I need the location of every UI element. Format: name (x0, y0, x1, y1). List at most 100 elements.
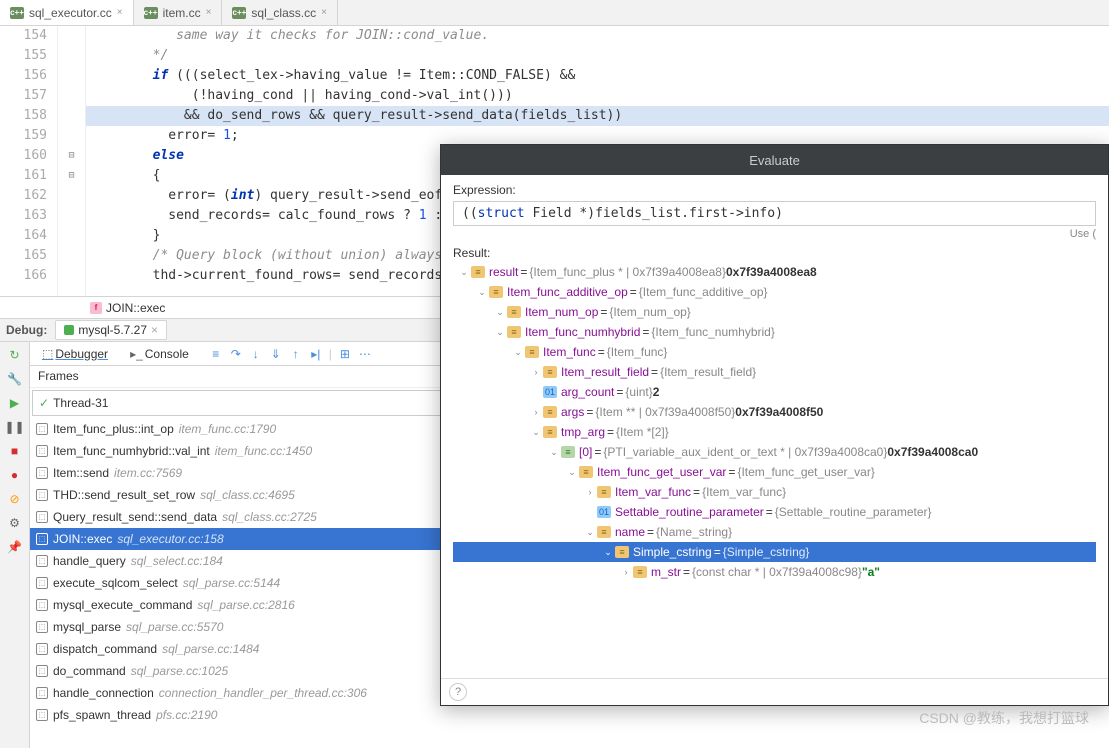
node-value: {PTI_variable_aux_ident_or_text * | 0x7f… (603, 442, 887, 462)
tree-node[interactable]: ⌄≡result = {Item_func_plus * | 0x7f39a40… (453, 262, 1096, 282)
expand-icon[interactable]: › (529, 402, 543, 422)
result-tree[interactable]: ⌄≡result = {Item_func_plus * | 0x7f39a40… (453, 262, 1096, 670)
frame-func: THD::send_result_set_row (53, 488, 195, 502)
stack-frame[interactable]: ⬚pfs_spawn_thread pfs.cc:2190 (30, 704, 1109, 726)
pin-icon[interactable]: 📌 (6, 538, 24, 556)
expand-icon[interactable]: ⌄ (529, 422, 543, 442)
evaluate-icon[interactable]: ⊞ (338, 347, 352, 361)
tree-node[interactable]: ⌄≡[0] = {PTI_variable_aux_ident_or_text … (453, 442, 1096, 462)
tree-node[interactable]: ⌄≡Item_func_additive_op = {Item_func_add… (453, 282, 1096, 302)
debug-side-toolbar: ↻ 🔧 ▶ ❚❚ ■ ● ⊘ ⚙ 📌 (0, 342, 30, 748)
node-value: {Item ** | 0x7f39a4008f50} (595, 402, 735, 422)
console-tab[interactable]: ▸_Console (124, 345, 195, 363)
frame-icon: ⬚ (36, 599, 48, 611)
line-gutter: 154155156157158159160161162163164165166 (0, 26, 58, 296)
tree-node[interactable]: 01arg_count = {uint} 2 (453, 382, 1096, 402)
frame-icon: ⬚ (36, 555, 48, 567)
frame-location: sql_parse.cc:5570 (126, 620, 223, 634)
debugger-tab[interactable]: ⬚Debugger (36, 345, 114, 363)
cpp-icon: c++ (10, 7, 24, 19)
tree-node[interactable]: ⌄≡Item_func_get_user_var = {Item_func_ge… (453, 462, 1096, 482)
frame-location: item_func.cc:1790 (179, 422, 276, 436)
force-step-into-icon[interactable]: ⇓ (269, 347, 283, 361)
frame-icon: ⬚ (36, 577, 48, 589)
tree-node[interactable]: ›≡Item_result_field = {Item_result_field… (453, 362, 1096, 382)
frame-location: sql_select.cc:184 (131, 554, 223, 568)
cpp-icon: c++ (144, 7, 158, 19)
node-name: Simple_cstring (633, 542, 712, 562)
expression-input[interactable]: ((struct Field *)fields_list.first->info… (453, 201, 1096, 226)
node-name: Item_func_additive_op (507, 282, 628, 302)
node-name: Item_func_get_user_var (597, 462, 726, 482)
frame-func: handle_query (53, 554, 126, 568)
run-to-cursor-icon[interactable]: ▸| (309, 347, 323, 361)
settings-icon[interactable]: ⚙ (6, 514, 24, 532)
expand-icon[interactable]: › (619, 562, 633, 582)
frame-func: do_command (53, 664, 126, 678)
tree-node[interactable]: 01Settable_routine_parameter = {Settable… (453, 502, 1096, 522)
tree-node[interactable]: ⌄≡Simple_cstring = {Simple_cstring} (453, 542, 1096, 562)
resume-icon[interactable]: ▶ (6, 394, 24, 412)
close-icon[interactable]: × (151, 323, 158, 337)
file-tab-sql-class[interactable]: c++ sql_class.cc × (222, 0, 338, 25)
frame-location: sql_parse.cc:5144 (183, 576, 280, 590)
pause-icon[interactable]: ❚❚ (6, 418, 24, 436)
tree-node[interactable]: ⌄≡Item_num_op = {Item_num_op} (453, 302, 1096, 322)
type-icon: ≡ (507, 306, 521, 318)
rerun-icon[interactable]: ↻ (6, 346, 24, 364)
console-icon: ▸_ (130, 347, 143, 361)
frame-func: mysql_execute_command (53, 598, 192, 612)
expand-icon[interactable]: ⌄ (583, 522, 597, 542)
tree-node[interactable]: ⌄≡tmp_arg = {Item *[2]} (453, 422, 1096, 442)
breakpoints-icon[interactable]: ● (6, 466, 24, 484)
tree-node[interactable]: ⌄≡Item_func_numhybrid = {Item_func_numhy… (453, 322, 1096, 342)
node-name: Item_var_func (615, 482, 691, 502)
node-name: Item_num_op (525, 302, 598, 322)
step-into-icon[interactable]: ↓ (249, 347, 263, 361)
evaluate-dialog: Evaluate Expression: ((struct Field *)fi… (440, 144, 1109, 706)
tree-node[interactable]: ⌄≡name = {Name_string} (453, 522, 1096, 542)
expand-icon[interactable]: ⌄ (493, 322, 507, 342)
debug-config-tab[interactable]: mysql-5.7.27 × (55, 320, 167, 340)
expand-icon[interactable]: ⌄ (547, 442, 561, 462)
step-over-icon[interactable]: ↷ (229, 347, 243, 361)
node-value: {Item_func_get_user_var} (737, 462, 874, 482)
node-value: {uint} (625, 382, 652, 402)
mute-breakpoints-icon[interactable]: ⊘ (6, 490, 24, 508)
node-name: m_str (651, 562, 681, 582)
expand-icon[interactable]: › (583, 482, 597, 502)
help-icon[interactable]: ? (449, 683, 467, 701)
close-icon[interactable]: × (117, 7, 123, 18)
tree-node[interactable]: ›≡Item_var_func = {Item_var_func} (453, 482, 1096, 502)
step-out-icon[interactable]: ↑ (289, 347, 303, 361)
node-value: {const char * | 0x7f39a4008c98} (692, 562, 862, 582)
close-icon[interactable]: × (321, 7, 327, 18)
tree-node[interactable]: ⌄≡Item_func = {Item_func} (453, 342, 1096, 362)
file-tab-sql-executor[interactable]: c++ sql_executor.cc × (0, 0, 134, 25)
wrench-icon[interactable]: 🔧 (6, 370, 24, 388)
frame-location: item.cc:7569 (114, 466, 182, 480)
stop-icon[interactable]: ■ (6, 442, 24, 460)
expand-icon[interactable]: ⌄ (511, 342, 525, 362)
node-value: {Settable_routine_parameter} (775, 502, 932, 522)
fold-column[interactable]: ⊟⊟ (58, 26, 86, 296)
result-label: Result: (453, 246, 1096, 260)
expand-icon[interactable]: ⌄ (475, 282, 489, 302)
expand-icon[interactable]: ⌄ (565, 462, 579, 482)
tab-label: item.cc (163, 6, 201, 20)
tree-node[interactable]: ›≡args = {Item ** | 0x7f39a4008f50} 0x7f… (453, 402, 1096, 422)
more-icon[interactable]: ⋯ (358, 347, 372, 361)
expand-icon[interactable]: ⌄ (457, 262, 471, 282)
type-icon: ≡ (633, 566, 647, 578)
frame-icon: ⬚ (36, 423, 48, 435)
close-icon[interactable]: × (206, 7, 212, 18)
threads-icon[interactable]: ≡ (209, 347, 223, 361)
expand-icon[interactable]: ⌄ (601, 542, 615, 562)
frame-icon: ⬚ (36, 643, 48, 655)
type-icon: ≡ (489, 286, 503, 298)
type-icon: ≡ (615, 546, 629, 558)
expand-icon[interactable]: ⌄ (493, 302, 507, 322)
tree-node[interactable]: ›≡m_str = {const char * | 0x7f39a4008c98… (453, 562, 1096, 582)
expand-icon[interactable]: › (529, 362, 543, 382)
file-tab-item[interactable]: c++ item.cc × (134, 0, 223, 25)
